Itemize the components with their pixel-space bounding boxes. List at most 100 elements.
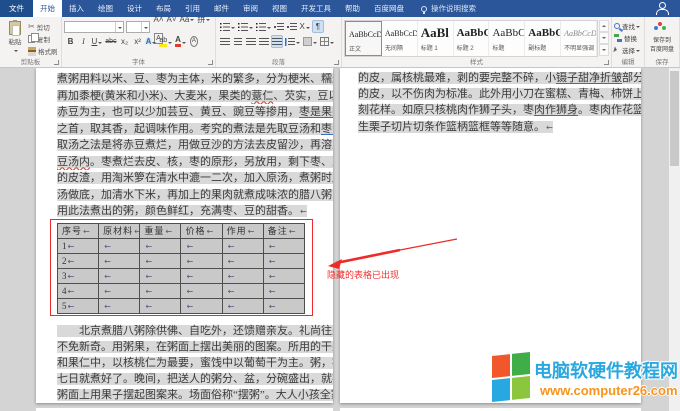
font-size-dropdown[interactable] bbox=[141, 22, 149, 32]
text-line[interactable]: 汤做底，加清水下米，再加上的果肉就煮成味浓的腊八粥了。 bbox=[57, 187, 333, 204]
change-case-button[interactable]: Aa bbox=[179, 13, 196, 26]
strikethrough-button[interactable]: abc bbox=[104, 35, 117, 48]
show-hide-marks-button[interactable]: ¶ bbox=[312, 20, 324, 33]
line-spacing-caret-icon bbox=[296, 42, 300, 46]
enclose-characters-button[interactable]: A bbox=[188, 35, 200, 48]
copy-button[interactable]: 复制 bbox=[28, 33, 58, 45]
grow-font-button[interactable]: A˄ bbox=[153, 13, 165, 26]
style-card-0[interactable]: AaBbCcDc正文 bbox=[345, 21, 382, 56]
ribbon-tab-10[interactable]: 开发工具 bbox=[294, 0, 338, 17]
font-name-dropdown[interactable] bbox=[115, 22, 123, 32]
text-line[interactable]: 之首，取其香，起调味作用。考究的煮法是先取豆汤和枣汤， bbox=[57, 121, 333, 138]
numbering-button[interactable] bbox=[237, 20, 254, 33]
subscript-button[interactable]: x₂ bbox=[119, 35, 131, 48]
select-button[interactable]: 选择 bbox=[614, 44, 642, 56]
scrollbar-thumb[interactable] bbox=[670, 71, 679, 166]
text-line[interactable]: 刻花样。如原只核桃肉作狮子头，枣肉作狮身。枣肉作花篮， bbox=[358, 102, 641, 118]
font-name-combo[interactable] bbox=[64, 21, 124, 33]
text-line[interactable]: 北京煮腊八粥除供佛、自吃外，还馈赠亲友。礼尚往来， bbox=[57, 323, 333, 339]
distribute-button[interactable] bbox=[271, 35, 283, 48]
justify-button[interactable] bbox=[258, 35, 270, 48]
italic-button[interactable]: I bbox=[78, 35, 90, 48]
ribbon-tab-2[interactable]: 插入 bbox=[62, 0, 91, 17]
text-line[interactable]: 和果仁中，以核桃仁为最要，蜜饯中以葡萄干为主。粥，初 bbox=[57, 355, 333, 371]
borders-button[interactable] bbox=[319, 35, 335, 48]
text-line[interactable]: 生栗子切片切条作篮柄篮框等等随意。← bbox=[358, 119, 641, 135]
format-painter-label: 格式刷 bbox=[38, 46, 58, 56]
text-line[interactable]: 的皮，属核桃最难，剥的要完整不碎，小镊子甜净折皱部分 bbox=[358, 70, 641, 86]
multilevel-list-button[interactable] bbox=[255, 20, 272, 33]
text-highlight-color-button[interactable]: ab bbox=[158, 35, 173, 48]
paste-button[interactable]: 粘贴 bbox=[2, 19, 28, 57]
style-card-3[interactable]: AaBbC标题 2 bbox=[454, 21, 490, 56]
ribbon-tab-4[interactable]: 设计 bbox=[120, 0, 149, 17]
save-to-baidu-button[interactable]: 保存到 百度网盘 bbox=[647, 22, 677, 53]
editing-group: 查找 替换 选择 编辑 bbox=[612, 17, 645, 67]
text-line[interactable]: 的皮，以不伤肉为标准。此外用小刀在蜜糕、青梅、柿饼上 bbox=[358, 86, 641, 102]
phonetic-guide-button[interactable]: 拼 bbox=[196, 13, 211, 26]
underline-button[interactable]: U bbox=[91, 35, 104, 48]
align-center-button[interactable] bbox=[232, 35, 244, 48]
document-area: 煮粥用料以米、豆、枣为主体，米的繁多，分为梗米、糯米、再加黍梗(黄米和小米)、大… bbox=[0, 68, 680, 411]
decrease-indent-button[interactable] bbox=[273, 20, 285, 33]
align-right-button[interactable] bbox=[245, 35, 257, 48]
style-card-5[interactable]: AaBbC副标题 bbox=[525, 21, 561, 56]
styles-scroll-up-button[interactable] bbox=[599, 20, 609, 32]
font-size-input[interactable] bbox=[127, 22, 141, 32]
find-button[interactable]: 查找 bbox=[614, 20, 642, 32]
shading-button[interactable] bbox=[302, 35, 318, 48]
cut-button[interactable]: ✂ 剪切 bbox=[28, 21, 58, 33]
text-line[interactable]: 取汤之法是将赤豆煮烂，用做豆沙的方法去皮留沙，再溶入 bbox=[57, 137, 333, 154]
line-spacing-button[interactable] bbox=[284, 35, 301, 48]
font-size-combo[interactable] bbox=[126, 21, 150, 33]
ribbon-tab-9[interactable]: 视图 bbox=[265, 0, 294, 17]
increase-indent-button[interactable] bbox=[286, 20, 298, 33]
text-effects-button[interactable]: A bbox=[145, 35, 158, 48]
text-line[interactable]: 粥面上用果子摆起图案来。场面俗称“摆粥”。大人小孩全家 bbox=[57, 387, 333, 403]
style-card-1[interactable]: AaBbCcDc无间隔 bbox=[382, 21, 418, 56]
styles-gallery: AaBbCcDc正文AaBbCcDc无间隔AaBl标题 1AaBbC标题 2Aa… bbox=[344, 20, 598, 57]
styles-group-label: 样式 bbox=[342, 56, 611, 66]
replace-icon bbox=[614, 34, 622, 43]
ribbon-tab-12[interactable]: 百度网盘 bbox=[367, 0, 411, 17]
asian-layout-button[interactable]: X bbox=[299, 20, 311, 33]
text-line[interactable]: 赤豆为主，也可以少加芸豆、黄豆、豌豆等掺用，枣是果类 bbox=[57, 104, 333, 121]
paste-caret-icon bbox=[14, 50, 18, 54]
text-line[interactable]: 七日就煮好了。晚间，把送人的粥分、盆，分碗盛出，就在 bbox=[57, 371, 333, 387]
text-line[interactable]: 不免新奇。用粥果，在粥面上摆出美丽的图案。所用的干果 bbox=[57, 339, 333, 355]
ribbon-tab-1[interactable]: 开始 bbox=[33, 0, 62, 17]
ribbon-tab-8[interactable]: 审阅 bbox=[236, 0, 265, 17]
style-card-4[interactable]: AaBbC标题 bbox=[489, 21, 525, 56]
ribbon-tab-3[interactable]: 绘图 bbox=[91, 0, 120, 17]
font-name-input[interactable] bbox=[65, 22, 115, 32]
text-line[interactable]: 的皮渣，用淘米箩在清水中漉一二次，加入原汤，煮粥时用 bbox=[57, 170, 333, 187]
styles-scroll-down-button[interactable] bbox=[599, 32, 609, 44]
font-group: A˄A˅Aa拼A BIUabcx₂x²AabAA 字体 bbox=[62, 17, 216, 67]
ribbon-tab-0[interactable]: 文件 bbox=[0, 0, 33, 17]
shrink-font-button[interactable]: A˅ bbox=[166, 13, 178, 26]
align-right-icon bbox=[246, 37, 256, 46]
underline-caret-icon bbox=[98, 42, 102, 46]
watermark-site-name: 电脑软硬件教程网 bbox=[534, 357, 678, 383]
style-card-2[interactable]: AaBl标题 1 bbox=[418, 21, 454, 56]
ribbon-tab-11[interactable]: 帮助 bbox=[338, 0, 367, 17]
baidu-netdisk-icon bbox=[654, 22, 670, 34]
watermark-flag-icon bbox=[492, 352, 530, 402]
text-line[interactable]: 再加黍梗(黄米和小米)、大麦米，果类的薏仁、芡实，豆以 bbox=[57, 88, 333, 105]
text-line[interactable]: 用此法煮出的粥，颜色鲜红，充满枣、豆的甜香。← bbox=[57, 203, 333, 220]
styles-more-button[interactable] bbox=[599, 44, 609, 56]
tell-me-box[interactable]: 操作说明搜索 bbox=[421, 0, 476, 17]
text-line[interactable]: 豆汤内。枣煮烂去皮、核，枣的原形，另放用，剩下枣、豆 bbox=[57, 154, 333, 171]
bold-button[interactable]: B bbox=[65, 35, 77, 48]
borders-icon bbox=[320, 37, 329, 46]
font-color-button[interactable]: A bbox=[174, 35, 187, 48]
style-card-6[interactable]: AaBbCcD不明显强调 bbox=[561, 21, 597, 56]
superscript-button[interactable]: x² bbox=[132, 35, 144, 48]
paragraph-row1: X¶ bbox=[218, 19, 339, 34]
account-icon[interactable] bbox=[654, 2, 668, 15]
text-line[interactable]: 煮粥用料以米、豆、枣为主体，米的繁多，分为梗米、糯米、 bbox=[57, 71, 333, 88]
text-highlight-color-caret-icon bbox=[168, 42, 172, 46]
align-left-button[interactable] bbox=[219, 35, 231, 48]
bullets-button[interactable] bbox=[219, 20, 236, 33]
replace-button[interactable]: 替换 bbox=[614, 32, 642, 44]
